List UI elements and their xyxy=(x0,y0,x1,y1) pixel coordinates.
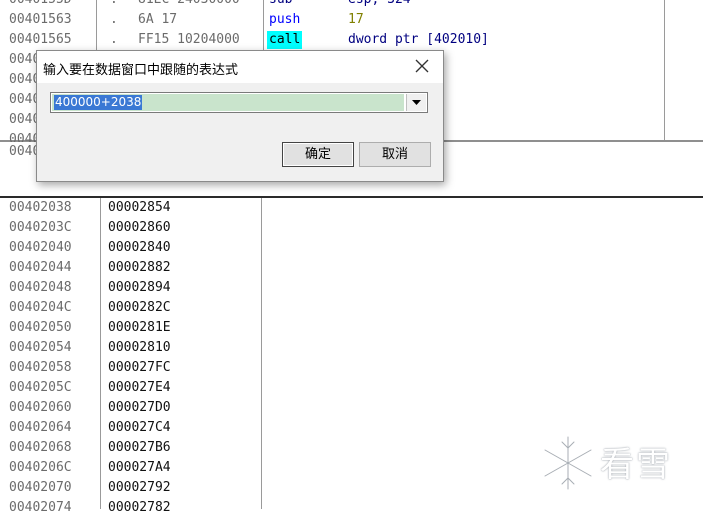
dump-row[interactable]: 00402050 0000281E xyxy=(0,318,703,338)
dump-row[interactable]: 00402044 00002882 xyxy=(0,258,703,278)
operand-cell: 17 xyxy=(348,12,364,27)
dump-address: 00402070 xyxy=(9,480,72,495)
disassembly-row[interactable]: 0040155D. 81EC 24030000sub esp, 324 xyxy=(0,0,703,10)
dump-value: 00002860 xyxy=(108,220,171,235)
dump-row[interactable]: 00402060 000027D0 xyxy=(0,398,703,418)
dialog-titlebar[interactable]: 输入要在数据窗口中跟随的表达式 xyxy=(37,51,443,83)
marker-cell: . xyxy=(110,0,118,10)
mnemonic-cell: push xyxy=(269,12,301,27)
dump-value: 00002894 xyxy=(108,280,171,295)
dump-value: 000027D0 xyxy=(108,400,171,415)
dump-address: 00402068 xyxy=(9,440,72,455)
mnemonic-cell: call xyxy=(267,31,303,49)
dump-value: 00002782 xyxy=(108,500,171,515)
dump-row[interactable]: 00402074 00002782 xyxy=(0,498,703,518)
dump-address: 00402054 xyxy=(9,340,72,355)
cancel-button[interactable]: 取消 xyxy=(359,142,431,167)
dump-value: 000027C4 xyxy=(108,420,171,435)
dump-address: 0040204C xyxy=(9,300,72,315)
dump-row[interactable]: 00402038 00002854 xyxy=(0,198,703,218)
dialog-title: 输入要在数据窗口中跟随的表达式 xyxy=(43,63,239,78)
hex-cell: 6A 17 xyxy=(138,12,178,27)
dump-value: 0000281E xyxy=(108,320,171,335)
operand-cell: esp, 324 xyxy=(348,0,411,10)
dump-address: 00402044 xyxy=(9,260,72,275)
dropdown-button[interactable] xyxy=(406,94,426,111)
dump-value: 00002792 xyxy=(108,480,171,495)
dump-address: 0040203C xyxy=(9,220,72,235)
address-cell: 00401565 xyxy=(9,32,72,47)
hex-cell: 81EC 24030000 xyxy=(138,0,264,10)
dump-value: 00002840 xyxy=(108,240,171,255)
address-cell: 0040155D xyxy=(9,0,72,10)
watermark: 看雪 xyxy=(538,433,698,493)
dump-row[interactable]: 00402058 000027FC xyxy=(0,358,703,378)
chevron-down-icon xyxy=(412,100,421,105)
dump-row[interactable]: 00402040 00002840 xyxy=(0,238,703,258)
follow-expression-dialog: 输入要在数据窗口中跟随的表达式 400000+2038 确定 取消 xyxy=(36,50,444,182)
dump-value: 000027B6 xyxy=(108,440,171,455)
hex-cell: FF15 10204000 xyxy=(138,32,240,47)
dump-address: 00402040 xyxy=(9,240,72,255)
dump-row[interactable]: 0040203C 00002860 xyxy=(0,218,703,238)
expression-value: 400000+2038 xyxy=(54,95,143,110)
address-cell: 00401563 xyxy=(9,12,72,27)
disassembly-row[interactable]: 00401563. 6A 17 push 17 xyxy=(0,10,703,30)
dump-value: 000027E4 xyxy=(108,380,171,395)
dump-address: 00402074 xyxy=(9,500,72,515)
dump-address: 00402064 xyxy=(9,420,72,435)
close-button[interactable] xyxy=(411,55,433,77)
marker-cell: . xyxy=(110,32,118,47)
dump-row[interactable]: 0040205C 000027E4 xyxy=(0,378,703,398)
dump-address: 00402050 xyxy=(9,320,72,335)
snowflake-icon xyxy=(543,435,593,491)
watermark-text: 看雪 xyxy=(600,445,672,485)
disassembly-row[interactable]: 00401565. FF15 10204000 call dword ptr [402… xyxy=(0,30,703,50)
expression-input[interactable]: 400000+2038 xyxy=(52,94,404,111)
marker-cell: . xyxy=(110,12,118,27)
dump-value: 00002854 xyxy=(108,200,171,215)
mnemonic-cell: sub xyxy=(267,0,294,9)
ok-button[interactable]: 确定 xyxy=(282,142,354,167)
dump-row[interactable]: 0040204C 0000282C xyxy=(0,298,703,318)
dump-value: 000027A4 xyxy=(108,460,171,475)
operand-cell: dword ptr [402010] xyxy=(348,32,489,47)
dump-value: 00002810 xyxy=(108,340,171,355)
dump-value: 0000282C xyxy=(108,300,171,315)
dump-address: 00402038 xyxy=(9,200,72,215)
dump-row[interactable]: 00402054 00002810 xyxy=(0,338,703,358)
dump-address: 0040206C xyxy=(9,460,72,475)
expression-combobox[interactable]: 400000+2038 xyxy=(50,92,428,113)
dump-value: 000027FC xyxy=(108,360,171,375)
dump-address: 00402058 xyxy=(9,360,72,375)
dump-row[interactable]: 00402048 00002894 xyxy=(0,278,703,298)
dump-address: 0040205C xyxy=(9,380,72,395)
close-icon xyxy=(415,59,429,73)
dump-address: 00402048 xyxy=(9,280,72,295)
dump-address: 00402060 xyxy=(9,400,72,415)
dump-value: 00002882 xyxy=(108,260,171,275)
